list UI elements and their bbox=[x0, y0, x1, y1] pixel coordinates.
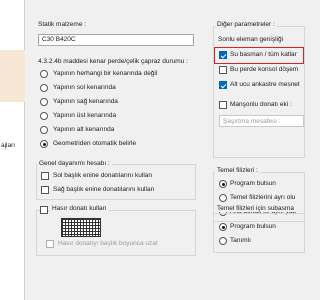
ground-floor-checkbox[interactable] bbox=[219, 51, 227, 59]
static-material-value: C30 B420C bbox=[42, 36, 76, 43]
coupler-label: Manşonlu donatı eki : bbox=[230, 101, 292, 108]
ground-floor-label: Su basman / tüm katlar bbox=[230, 51, 297, 58]
left-flange-label: Sol başlık enine donatılarını kullan bbox=[53, 172, 153, 179]
mesh-extend-label: Hasır donatıyı başlık boyunca uzat bbox=[58, 240, 158, 247]
footing2-option-label: Tanımlı bbox=[230, 237, 251, 244]
rule-radio-auto[interactable] bbox=[40, 140, 48, 148]
fixed-support-label: Alt ucu ankastre mesnet bbox=[230, 81, 300, 88]
other-params-group bbox=[213, 26, 305, 158]
rule-title: 4.3.2.4b maddesi kenar perde/çelik çapra… bbox=[38, 58, 188, 65]
mesh-grid-image bbox=[61, 218, 101, 237]
footing-title: Temel filizleri : bbox=[215, 167, 260, 174]
left-tree-item-label[interactable]: ajları bbox=[1, 142, 25, 149]
right-flange-label: Sağ başlık enine donatılarını kullan bbox=[53, 186, 155, 193]
mesh-extend-checkbox[interactable] bbox=[46, 240, 54, 248]
footing2-radio-program[interactable] bbox=[219, 223, 227, 231]
stagger-distance-placeholder: Şaşırtma mesafesi : bbox=[223, 117, 281, 125]
mesh-group bbox=[36, 210, 196, 256]
mesh-label: Hasır donatı kullan bbox=[50, 205, 109, 212]
rule-radio-bottom[interactable] bbox=[40, 126, 48, 134]
rule-radio-right[interactable] bbox=[40, 98, 48, 106]
rule-option-label: Yapının sol kenarında bbox=[53, 84, 116, 91]
right-flange-checkbox[interactable] bbox=[41, 186, 49, 194]
left-tree-selected-item[interactable] bbox=[0, 50, 25, 102]
footing-option-label: Temel filizlerini ayrı olu bbox=[230, 194, 296, 201]
rule-radio-left[interactable] bbox=[40, 84, 48, 92]
last-element-width-label: Sonlu eleman genişliği bbox=[218, 36, 284, 43]
mesh-checkbox[interactable] bbox=[40, 206, 48, 214]
rule-option-label: Geometriden otomatik belirle bbox=[53, 140, 137, 147]
cantilever-checkbox[interactable] bbox=[219, 66, 227, 74]
rule-option-label: Yapının alt kenarında bbox=[53, 126, 115, 133]
rule-option-label: Yapının herhangi bir kenarında değil bbox=[53, 70, 158, 77]
footing-radio-separate[interactable] bbox=[219, 194, 227, 202]
bearing-title: Genel dayanımı hesabı : bbox=[37, 160, 112, 167]
fixed-support-checkbox[interactable] bbox=[219, 81, 227, 89]
rule-option-label: Yapının üst kenarında bbox=[53, 112, 117, 119]
static-material-combo[interactable]: C30 B420C bbox=[38, 34, 194, 46]
rule-option-label: Yapının sağ kenarında bbox=[53, 98, 118, 105]
rule-radio-none[interactable] bbox=[40, 70, 48, 78]
rule-radio-top[interactable] bbox=[40, 112, 48, 120]
cantilever-label: Bu perde konsol döşem bbox=[230, 66, 299, 73]
footing2-radio-defined[interactable] bbox=[219, 237, 227, 245]
footing-radio-program[interactable] bbox=[219, 180, 227, 188]
footing-option-label: Program bulsun bbox=[230, 180, 276, 187]
footing2-option-label: Program bulsun bbox=[230, 223, 276, 230]
bearing-group bbox=[36, 164, 196, 200]
left-tree-panel bbox=[0, 0, 25, 300]
static-material-label: Statik malzeme : bbox=[38, 21, 87, 28]
stagger-distance-field[interactable]: Şaşırtma mesafesi : bbox=[219, 115, 304, 127]
other-params-title: Diğer parametreler : bbox=[215, 21, 277, 28]
footing2-title: Temel filizleri için subasma bbox=[215, 205, 296, 212]
footing2-group bbox=[213, 213, 305, 253]
coupler-checkbox[interactable] bbox=[219, 101, 227, 109]
left-flange-checkbox[interactable] bbox=[41, 172, 49, 180]
